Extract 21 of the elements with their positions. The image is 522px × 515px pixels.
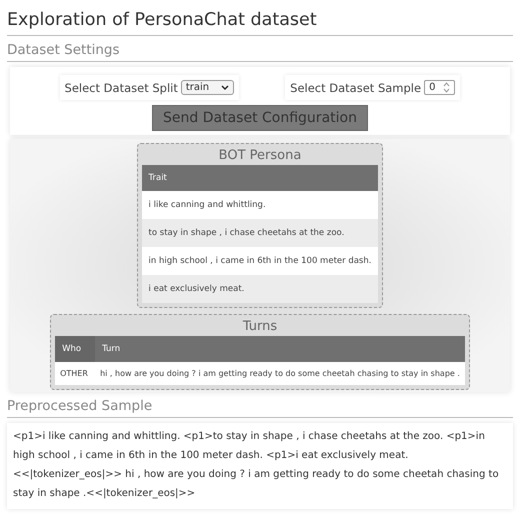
table-cell: to stay in shape , i chase cheetahs at the zoo. xyxy=(142,219,378,247)
page-title: Exploration of PersonaChat dataset xyxy=(7,6,513,36)
spinner-icon xyxy=(443,82,450,93)
table-cell: OTHER xyxy=(55,362,96,385)
table-cell: hi , how are you doing ? i am getting ready to do some cheetah chasing to stay in shape . xyxy=(95,362,465,385)
field-label: Select Dataset Split xyxy=(64,80,178,94)
column-header: Who xyxy=(55,336,96,362)
table-cell: in high school , i came in 6th in the 100 meter dash. xyxy=(142,247,378,275)
caret-icon xyxy=(221,85,230,90)
sample-number-field[interactable]: 0 xyxy=(424,80,456,95)
table-cell: i like canning and whittling. xyxy=(142,191,378,219)
field-label: Select Dataset Sample xyxy=(290,80,422,94)
column-header: Turn xyxy=(95,336,465,362)
section-heading: Dataset Settings xyxy=(7,42,513,62)
column-header: Trait xyxy=(142,165,378,191)
sample-text: <p1>i like canning and whittling. <p1>to stay in shape , i chase cheetahs at the zoo. <p1>in high school , i came in 6th in the 100 meter dash. <p1>i eat exclusively meat. <<|tokenizer_eos|>> hi , how are you doing ? i am getting ready to do some cheetah chasing to stay in shape .<<|tokenizer_eos|>> xyxy=(13,431,499,499)
card-title: Turns xyxy=(242,318,278,336)
card-title: BOT Persona xyxy=(218,147,302,165)
split-dropdown[interactable]: train xyxy=(180,80,234,95)
table-cell: i eat exclusively meat. xyxy=(142,275,378,303)
section-heading: Preprocessed Sample xyxy=(7,398,513,418)
